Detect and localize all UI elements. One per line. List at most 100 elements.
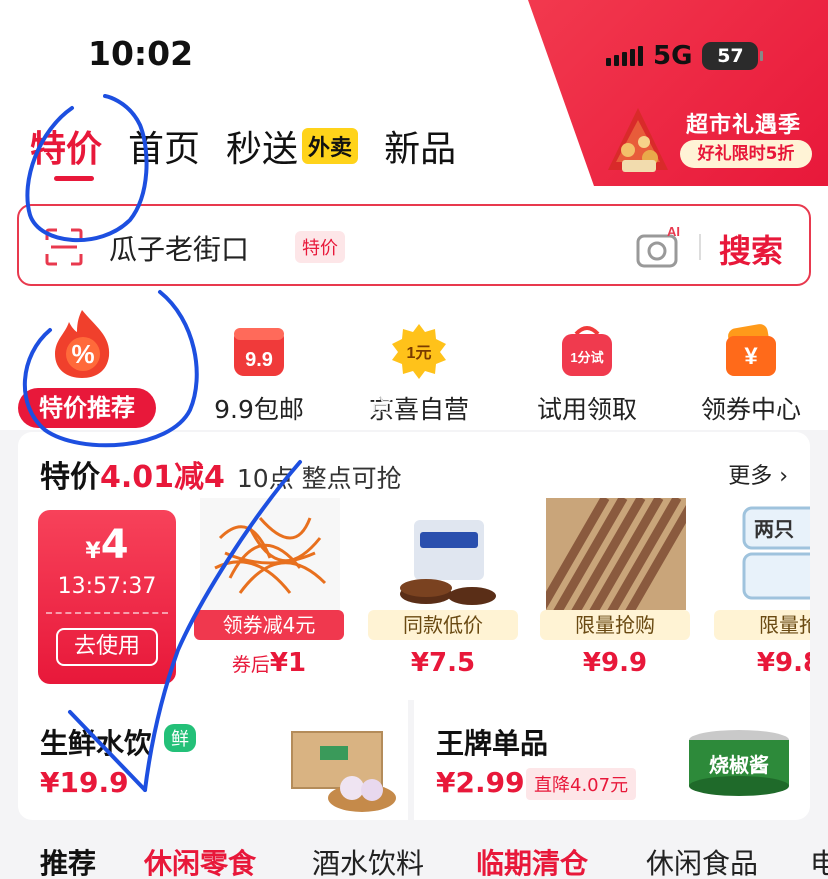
tab-more[interactable]: 电 [810,842,828,879]
tab-special[interactable]: 特价 [30,120,103,181]
category-special-recommend[interactable]: % 特价推荐 [0,310,156,428]
tab-recommend[interactable]: 推荐 [40,842,96,879]
product-card[interactable]: 限量抢购 ¥9.9 [540,498,690,684]
coupon-amount: ¥4 [38,522,176,568]
product-price: ¥9.9 [540,648,690,678]
product-tag: 同款低价 [368,610,518,640]
card-price: ¥19.9 [40,766,129,799]
signal-icon [606,46,643,66]
tab-label: 新品 [384,129,457,170]
card-title: 生鲜水饮 [40,727,153,760]
flash-sale-card: 特价4.01减4 10点 整点可抢 更多 › ¥4 13:57:37 去使用 领… [18,432,810,700]
card-price: ¥2.99 [436,766,525,799]
flash-sale-title-prefix: 特价 [40,460,100,495]
product-price: ¥9.8 [714,648,810,678]
flash-sale-subtitle: 10点 整点可抢 [236,464,402,493]
fresh-badge: 鲜 [164,724,196,752]
product-tag: 领券减4元 [194,610,344,640]
flash-sale-title: 特价4.01减4 [40,452,225,496]
use-coupon-button[interactable]: 去使用 [56,628,158,666]
category-coupon-center[interactable]: ¥ 领券中心 [676,318,826,428]
battery-level: 57 [717,45,744,67]
tab-clearance[interactable]: 临期清仓 [476,842,588,879]
bottom-category-tabs: 推荐 休闲零食 酒水饮料 临期清仓 休闲食品 电 [0,838,828,879]
icon-text: 9.9 [245,349,273,371]
search-bar[interactable]: 瓜子老街口 特价 AI 搜索 [17,204,811,286]
one-yuan-icon: 1元 [392,324,446,379]
promo-title: 超市礼遇季 [686,113,802,138]
tab-home[interactable]: 首页 [128,120,200,172]
product-card[interactable]: 两只 限量抢 ¥9.8 [714,498,810,684]
tab-snacks[interactable]: 休闲零食 [144,842,256,879]
pepper-sauce-can-image: 烧椒酱 [689,730,789,796]
network-type: 5G [653,41,693,71]
trial-bag-icon: 1分试 [562,326,612,376]
category-label: 试用领取 [536,395,637,424]
garlic-box-image [291,731,396,812]
product-card[interactable]: 同款低价 ¥7.5 [368,498,518,684]
price-value: ¥9.8 [756,648,810,678]
coupon-value: 4 [100,522,129,568]
battery-icon: 57 [702,42,764,70]
percent-flame-icon: % [55,310,110,378]
price-value: ¥1 [269,648,307,678]
category-label: 领券中心 [700,395,801,424]
coupon-divider [46,612,168,614]
category-label: 特价推荐 [18,388,156,428]
can-label-text: 烧椒酱 [709,753,769,777]
tab-label: 首页 [128,129,201,170]
price-drop-tag: 直降4.07元 [526,768,637,800]
card-title: 王牌单品 [436,727,549,760]
choco-pie-image [374,498,514,610]
more-link[interactable]: 更多 › [728,458,788,490]
tab-delivery[interactable]: 秒送 外卖 [226,120,359,172]
svg-text:AI: AI [667,224,680,239]
category-row: % 特价推荐 9.9 9.9包邮 1元 京喜自营 1分试 试用领取 ¥ 领券中心 [0,310,828,428]
search-input[interactable]: 瓜子老街口 [109,228,249,268]
glass-container-image: 两只 [720,498,810,610]
nine-nine-icon: 9.9 [234,328,284,376]
camera-ai-icon[interactable]: AI [635,224,683,270]
product-price: 券后¥1 [194,648,344,678]
tab-label: 特价 [30,129,103,170]
status-indicators: 5G 57 [606,40,764,72]
product-card[interactable]: 领券减4元 券后¥1 [194,498,344,684]
search-button[interactable]: 搜索 [719,226,783,272]
tab-label: 秒送 [226,129,299,170]
header-area: 超市礼遇季 好礼限时5折 10:02 5G 57 特价 首页 秒送 外卖 新品 瓜… [0,0,828,430]
fresh-drinks-card[interactable]: 生鲜水饮 鲜 ¥19.9 [18,700,408,820]
status-time: 10:02 [88,34,194,73]
icon-text: ¥ [744,343,758,370]
flash-sale-title-highlight: 4.01减4 [100,460,225,495]
price-prefix: 券后 [231,654,270,676]
coupon-currency: ¥ [85,539,101,564]
coupon-yen-icon: ¥ [726,324,776,376]
category-overlay-text: 优选好货 [300,393,392,419]
price-value: ¥9.9 [582,648,648,678]
product-overlay-text: 两只 [754,519,794,541]
product-tag: 限量抢购 [540,610,690,640]
coupon-card[interactable]: ¥4 13:57:37 去使用 [38,510,176,684]
chopsticks-image [546,498,686,610]
gift-basket-image [608,108,668,172]
tab-leisure-food[interactable]: 休闲食品 [646,842,758,879]
tab-drinks[interactable]: 酒水饮料 [312,842,424,879]
top-tabs: 特价 首页 秒送 外卖 新品 [30,120,456,181]
icon-text: 1分试 [570,350,603,365]
category-trial[interactable]: 1分试 试用领取 [512,318,662,428]
search-tag: 特价 [295,231,345,263]
flash-sale-header: 特价4.01减4 10点 整点可抢 [40,452,402,496]
promo-subtitle[interactable]: 好礼限时5折 [680,140,812,168]
coupon-countdown: 13:57:37 [57,574,157,599]
icon-text: 1元 [407,345,432,362]
fried-snack-image [200,498,340,610]
scan-icon[interactable] [45,228,83,266]
brand-single-card[interactable]: 王牌单品 ¥2.99 直降4.07元 烧椒酱 [414,700,810,820]
takeout-badge: 外卖 [302,128,359,164]
price-value: ¥7.5 [410,648,476,678]
product-tag: 限量抢 [714,610,810,640]
product-price: ¥7.5 [368,648,518,678]
search-divider [699,234,701,260]
tab-new[interactable]: 新品 [384,120,456,172]
svg-text:%: % [71,339,94,369]
